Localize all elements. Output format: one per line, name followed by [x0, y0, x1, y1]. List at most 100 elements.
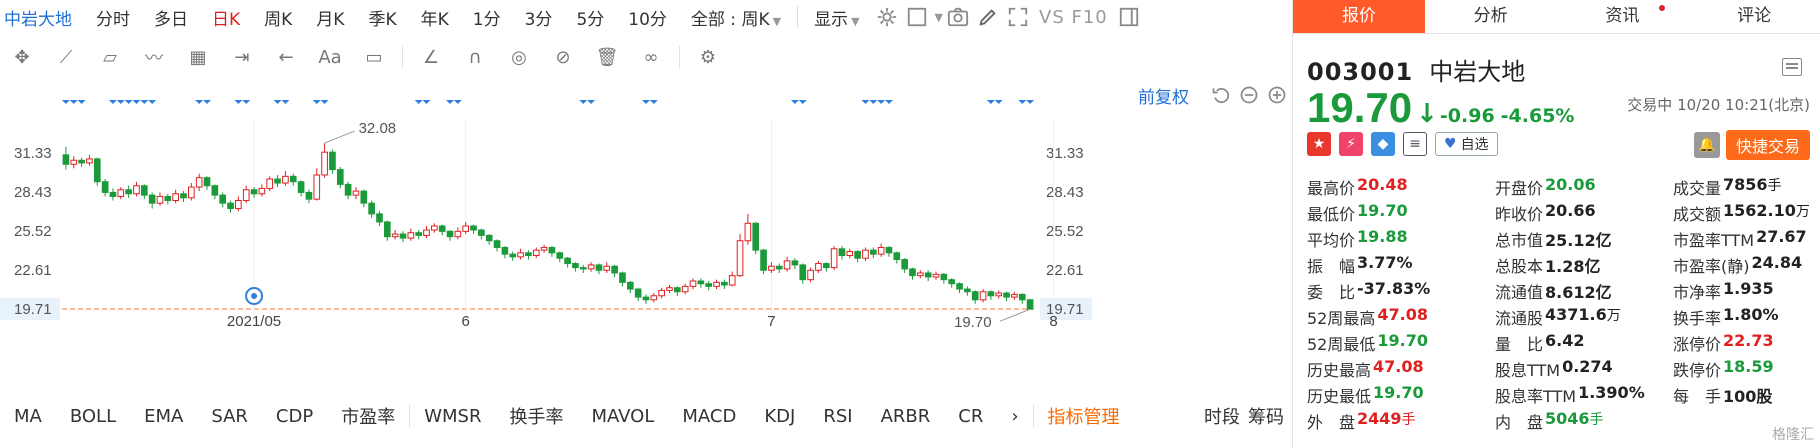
candle-body[interactable]	[736, 240, 744, 277]
candle-body[interactable]	[360, 190, 368, 204]
candle-body[interactable]	[305, 191, 313, 200]
wave-tool-icon[interactable]: 〰	[132, 42, 176, 72]
candle-body[interactable]	[775, 265, 783, 270]
candle-body[interactable]	[901, 259, 908, 270]
pen-icon[interactable]	[973, 4, 1003, 30]
signal-marker[interactable]	[579, 100, 588, 104]
candle-body[interactable]	[188, 186, 195, 199]
signal-marker[interactable]	[1026, 100, 1035, 104]
signal-marker[interactable]	[108, 100, 117, 104]
signal-marker[interactable]	[203, 100, 212, 104]
candle-body[interactable]	[1026, 299, 1034, 310]
candle-body[interactable]	[282, 175, 289, 184]
candle-body[interactable]	[462, 225, 470, 232]
candle-body[interactable]	[893, 252, 901, 261]
period-tab[interactable]: 1分	[461, 5, 513, 30]
candle-body[interactable]	[626, 281, 634, 290]
candle-body[interactable]	[525, 252, 532, 257]
signal-marker[interactable]	[77, 100, 86, 104]
candle-body[interactable]	[446, 230, 454, 238]
camera-icon[interactable]	[943, 4, 973, 30]
candle-body[interactable]	[932, 273, 940, 278]
indicator-button[interactable]: KDJ	[750, 406, 809, 427]
signal-marker[interactable]	[422, 100, 431, 104]
signal-marker[interactable]	[242, 100, 251, 104]
candle-body[interactable]	[956, 283, 963, 290]
candle-body[interactable]	[62, 154, 70, 165]
tab-2[interactable]: 资讯	[1557, 0, 1689, 33]
candle-body[interactable]	[478, 229, 485, 236]
candle-body[interactable]	[391, 233, 399, 238]
candle-body[interactable]	[799, 264, 807, 281]
signal-marker[interactable]	[148, 100, 157, 104]
tab-0[interactable]: 报价	[1293, 0, 1425, 33]
signal-marker[interactable]	[994, 100, 1003, 104]
indicator-button[interactable]: 市盈率	[327, 403, 409, 429]
period-tab[interactable]: 5分	[564, 5, 616, 30]
candle-body[interactable]	[964, 288, 971, 293]
document-icon[interactable]: ≡	[1403, 132, 1427, 156]
period-tab[interactable]: 年K	[409, 5, 461, 30]
signal-marker[interactable]	[884, 100, 893, 104]
signal-marker[interactable]	[790, 100, 799, 104]
candle-body[interactable]	[909, 268, 916, 277]
lightning-icon[interactable]: ⚡	[1339, 132, 1363, 156]
candle-body[interactable]	[940, 273, 948, 281]
candle-body[interactable]	[752, 222, 760, 251]
candle-body[interactable]	[219, 194, 227, 204]
candle-body[interactable]	[689, 280, 697, 287]
signal-marker[interactable]	[234, 100, 243, 104]
candle-body[interactable]	[540, 246, 548, 251]
candle-body[interactable]	[195, 177, 203, 188]
channel-tool-icon[interactable]: ▱	[88, 42, 132, 72]
candle-body[interactable]	[438, 225, 446, 232]
candle-body[interactable]	[642, 296, 650, 301]
signal-marker[interactable]	[986, 100, 995, 104]
candle-body[interactable]	[336, 169, 344, 185]
candle-body[interactable]	[172, 193, 179, 201]
candle-body[interactable]	[917, 272, 924, 277]
period-tab[interactable]: 多日	[142, 5, 200, 30]
candle-body[interactable]	[846, 250, 854, 257]
line-tool-icon[interactable]: ⟋	[44, 42, 88, 72]
tab-1[interactable]: 分析	[1425, 0, 1557, 33]
period-tab[interactable]: 季K	[356, 5, 408, 30]
candle-body[interactable]	[713, 281, 720, 287]
candle-body[interactable]	[658, 289, 665, 297]
indicator-button[interactable]: RSI	[809, 406, 866, 427]
signal-marker[interactable]	[798, 100, 807, 104]
indicator-button[interactable]: MA	[0, 406, 56, 427]
signal-marker[interactable]	[861, 100, 870, 104]
display-select[interactable]: 显示 ▼	[802, 5, 871, 30]
candle-body[interactable]	[235, 199, 242, 210]
settings-icon[interactable]	[872, 4, 902, 30]
settings-tool-icon[interactable]: ⚙	[686, 42, 730, 72]
candle-body[interactable]	[148, 194, 156, 204]
period-tab[interactable]: 周K	[252, 5, 304, 30]
candle-body[interactable]	[697, 280, 705, 285]
candle-body[interactable]	[274, 178, 281, 184]
signal-marker[interactable]	[132, 100, 141, 104]
candle-body[interactable]	[164, 195, 172, 201]
candle-body[interactable]	[869, 249, 877, 255]
candle-body[interactable]	[791, 260, 799, 266]
ruler-tool-icon[interactable]: ∠	[409, 42, 453, 72]
candle-body[interactable]	[1018, 293, 1026, 301]
candle-body[interactable]	[666, 287, 673, 291]
candle-body[interactable]	[744, 222, 752, 242]
signal-marker[interactable]	[195, 100, 204, 104]
signal-marker[interactable]	[877, 100, 886, 104]
candle-body[interactable]	[423, 229, 430, 236]
period-tab[interactable]: 月K	[304, 5, 356, 30]
candle-body[interactable]	[1011, 293, 1018, 298]
delete-tool-icon[interactable]: 🗑	[585, 42, 629, 72]
candle-body[interactable]	[830, 248, 838, 269]
candle-body[interactable]	[180, 193, 187, 199]
candle-body[interactable]	[329, 151, 336, 171]
signal-marker[interactable]	[140, 100, 149, 104]
candle-body[interactable]	[250, 189, 258, 195]
china-flag-icon[interactable]: ★	[1307, 132, 1331, 156]
signal-marker[interactable]	[273, 100, 282, 104]
candle-body[interactable]	[78, 159, 85, 164]
candle-body[interactable]	[705, 283, 713, 287]
